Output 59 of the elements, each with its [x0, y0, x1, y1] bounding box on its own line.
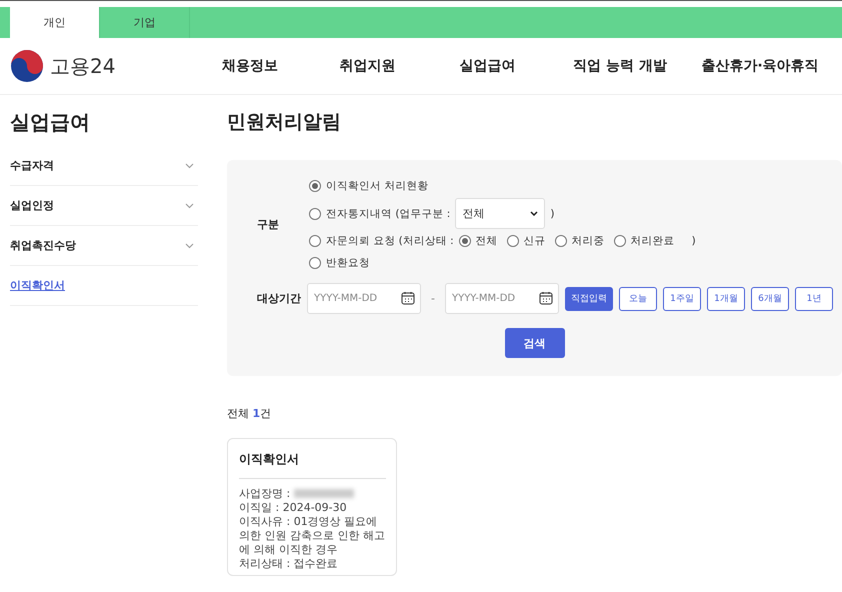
- option-label: 처리완료: [630, 234, 675, 248]
- caret-icon: [530, 211, 538, 216]
- option-label: ): [692, 235, 696, 247]
- field-label: 구분: [257, 217, 280, 232]
- card-text: 이직일 : 2024-09-30: [239, 501, 348, 515]
- result-card[interactable]: 이직확인서 사업장명 : 이직일 : 2024-09-30 이직사유 : 01경영상 필요에 의한 인원 감축으로 인한 해고에 의해 이직한 경우 처리상태 : 접수완료: [227, 438, 397, 576]
- calendar-icon[interactable]: [538, 291, 553, 305]
- radio-button[interactable]: [458, 235, 471, 247]
- sidebar-item[interactable]: 실업인정: [10, 186, 198, 226]
- sidebar-item[interactable]: 취업촉진수당: [10, 226, 198, 266]
- period-button[interactable]: 6개월: [750, 286, 789, 310]
- radio-button[interactable]: [309, 180, 321, 192]
- nav-link[interactable]: 채용정보: [190, 57, 310, 75]
- radio-button[interactable]: [614, 235, 626, 247]
- card-text: 사업장명 :: [239, 487, 386, 501]
- option-label: 자문의뢰 요청 (처리상태 :: [326, 234, 454, 248]
- range-separator: -: [431, 292, 435, 305]
- sidebar-title: 실업급여: [10, 109, 91, 136]
- nav-link[interactable]: 직업 능력 개발: [550, 57, 690, 75]
- radio-button[interactable]: [309, 235, 321, 247]
- dropdown[interactable]: 전체: [455, 198, 546, 229]
- period-button[interactable]: 오늘: [618, 286, 657, 310]
- result-count: 전체 1건: [227, 406, 272, 421]
- option-label: 이직확인서 처리현황: [326, 179, 428, 193]
- sidebar-item[interactable]: 수급자격: [10, 146, 198, 186]
- page-title: 민원처리알림: [227, 110, 342, 135]
- card-text: 처리상태 : 접수완료: [239, 557, 339, 571]
- top-tab[interactable]: 개인: [10, 7, 100, 38]
- period-button[interactable]: 1년: [794, 286, 833, 310]
- radio-button[interactable]: [309, 257, 321, 269]
- chevron-down-icon: [185, 242, 194, 248]
- option-label: 전체: [476, 234, 498, 248]
- chevron-down-icon: [185, 162, 194, 168]
- nav-link[interactable]: 취업지원: [310, 57, 425, 75]
- card-text: 이직사유 : 01경영상 필요에 의한 인원 감축으로 인한 해고에 의해 이직한 경우: [239, 515, 386, 557]
- option-label: 전자통지내역 (업무구분 :: [326, 206, 450, 220]
- radio-button[interactable]: [309, 208, 321, 220]
- chevron-down-icon: [185, 202, 194, 208]
- sidebar-item[interactable]: 이직확인서: [10, 266, 198, 306]
- period-button[interactable]: 1주일: [662, 286, 701, 310]
- card-title: 이직확인서: [239, 451, 386, 479]
- option-label: 반환요청: [326, 256, 370, 270]
- date-field[interactable]: YYYY-MM-DD: [444, 283, 559, 314]
- option-label: 신규: [524, 234, 546, 248]
- logo-icon: [10, 49, 44, 83]
- date-field[interactable]: YYYY-MM-DD: [307, 283, 421, 314]
- radio-button[interactable]: [506, 235, 519, 247]
- option-label: ): [550, 208, 554, 220]
- period-button[interactable]: 직접입력: [564, 286, 613, 310]
- calendar-icon[interactable]: [401, 291, 415, 305]
- radio-button[interactable]: [554, 235, 567, 247]
- nav-link[interactable]: 출산휴가·육아휴직: [690, 57, 830, 75]
- nav-link[interactable]: 실업급여: [425, 57, 550, 75]
- redacted-text: [294, 489, 354, 498]
- period-button[interactable]: 1개월: [706, 286, 745, 310]
- search-button[interactable]: 검색: [504, 328, 564, 358]
- logo-text[interactable]: 고용24: [50, 52, 116, 80]
- option-label: 처리중: [572, 234, 605, 248]
- field-label: 대상기간: [257, 291, 301, 306]
